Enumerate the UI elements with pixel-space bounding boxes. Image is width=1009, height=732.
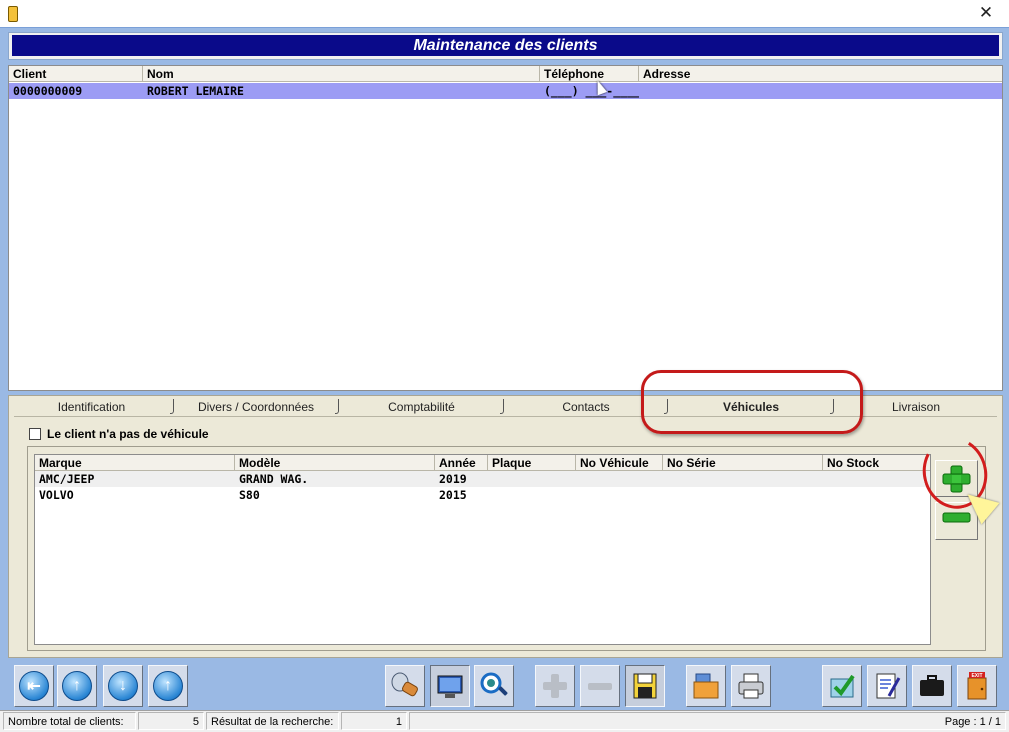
cell-marque: AMC/JEEP: [39, 472, 95, 486]
print-button[interactable]: [731, 665, 771, 707]
window-title-bar: ✕: [0, 0, 1009, 28]
first-record-icon: ⇤: [19, 671, 49, 701]
app-icon: [8, 6, 18, 22]
no-vehicle-checkbox[interactable]: [29, 428, 41, 440]
save-disk-icon: [633, 673, 657, 699]
col-header-annee[interactable]: Année: [435, 455, 488, 471]
check-document-icon: [830, 674, 855, 698]
view-record-button[interactable]: [474, 665, 514, 707]
briefcase-button[interactable]: [912, 665, 952, 707]
table-row[interactable]: AMC/JEEP GRAND WAG. 2019: [35, 471, 930, 487]
tab-divider: [170, 399, 174, 414]
screen-view-icon: [437, 675, 463, 698]
search-flashlight-icon: [391, 672, 418, 697]
tab-divider: [335, 399, 339, 414]
table-row[interactable]: 0000000009 ROBERT LEMAIRE (___) ___-____: [9, 83, 1002, 99]
cell-modele: S80: [239, 488, 260, 502]
cell-client: 0000000009: [13, 84, 83, 98]
briefcase-icon: [920, 675, 944, 696]
no-vehicle-label[interactable]: Le client n'a pas de véhicule: [47, 427, 209, 441]
last-record-icon: ↑: [153, 671, 183, 701]
cell-nom: ROBERT LEMAIRE: [147, 84, 244, 98]
search-button[interactable]: [385, 665, 425, 707]
cell-marque: VOLVO: [39, 488, 74, 502]
cell-telephone: (___) ___-____: [544, 84, 639, 98]
vehicle-grid[interactable]: Marque Modèle Année Plaque No Véhicule N…: [34, 454, 931, 645]
tab-divider: [500, 399, 504, 414]
col-header-plaque[interactable]: Plaque: [488, 455, 576, 471]
cell-modele: GRAND WAG.: [239, 472, 309, 486]
exit-door-icon: EXIT: [967, 672, 987, 700]
tab-divers-coordonnees[interactable]: Divers / Coordonnées: [177, 398, 335, 416]
search-result-label: Résultat de la recherche:: [206, 712, 339, 730]
open-folder-icon: [693, 673, 719, 699]
save-button[interactable]: [625, 665, 665, 707]
magnifier-icon: [480, 672, 508, 696]
col-header-marque[interactable]: Marque: [35, 455, 235, 471]
tab-identification[interactable]: Identification: [14, 398, 169, 416]
total-clients-value: 5: [138, 712, 204, 730]
col-header-no-stock[interactable]: No Stock: [823, 455, 930, 471]
previous-record-button[interactable]: ↑: [57, 665, 97, 707]
col-header-client[interactable]: Client: [9, 66, 143, 82]
add-record-button[interactable]: [535, 665, 575, 707]
tab-highlight-annotation: [641, 370, 863, 434]
svg-text:EXIT: EXIT: [971, 673, 982, 679]
notes-button[interactable]: [867, 665, 907, 707]
notes-icon: [876, 673, 901, 699]
cell-annee: 2015: [439, 488, 467, 502]
remove-icon: [588, 683, 612, 690]
add-icon: [543, 674, 567, 698]
table-row[interactable]: VOLVO S80 2015: [35, 487, 930, 503]
col-header-telephone[interactable]: Téléphone: [540, 66, 639, 82]
col-header-no-serie[interactable]: No Série: [663, 455, 823, 471]
client-grid[interactable]: Client Nom Téléphone Adresse 0000000009 …: [8, 65, 1003, 391]
next-record-button[interactable]: ↓: [103, 665, 143, 707]
last-record-button[interactable]: ↑: [148, 665, 188, 707]
exit-button[interactable]: EXIT: [957, 665, 997, 707]
cell-annee: 2019: [439, 472, 467, 486]
screen-view-button[interactable]: [430, 665, 470, 707]
next-record-icon: ↓: [108, 671, 138, 701]
page-title: Maintenance des clients: [12, 35, 999, 56]
page-indicator: Page : 1 / 1: [409, 712, 1006, 730]
close-button[interactable]: ✕: [963, 0, 1009, 28]
search-result-value: 1: [341, 712, 407, 730]
first-record-button[interactable]: ⇤: [14, 665, 54, 707]
col-header-modele[interactable]: Modèle: [235, 455, 435, 471]
cell-adresse: [639, 83, 1002, 99]
total-clients-label: Nombre total de clients:: [3, 712, 136, 730]
print-icon: [738, 673, 764, 699]
col-header-adresse[interactable]: Adresse: [639, 66, 1002, 82]
previous-record-icon: ↑: [62, 671, 92, 701]
tab-comptabilite[interactable]: Comptabilité: [341, 398, 502, 416]
delete-record-button[interactable]: [580, 665, 620, 707]
approve-button[interactable]: [822, 665, 862, 707]
col-header-no-vehicule[interactable]: No Véhicule: [576, 455, 663, 471]
col-header-nom[interactable]: Nom: [143, 66, 540, 82]
open-folder-button[interactable]: [686, 665, 726, 707]
